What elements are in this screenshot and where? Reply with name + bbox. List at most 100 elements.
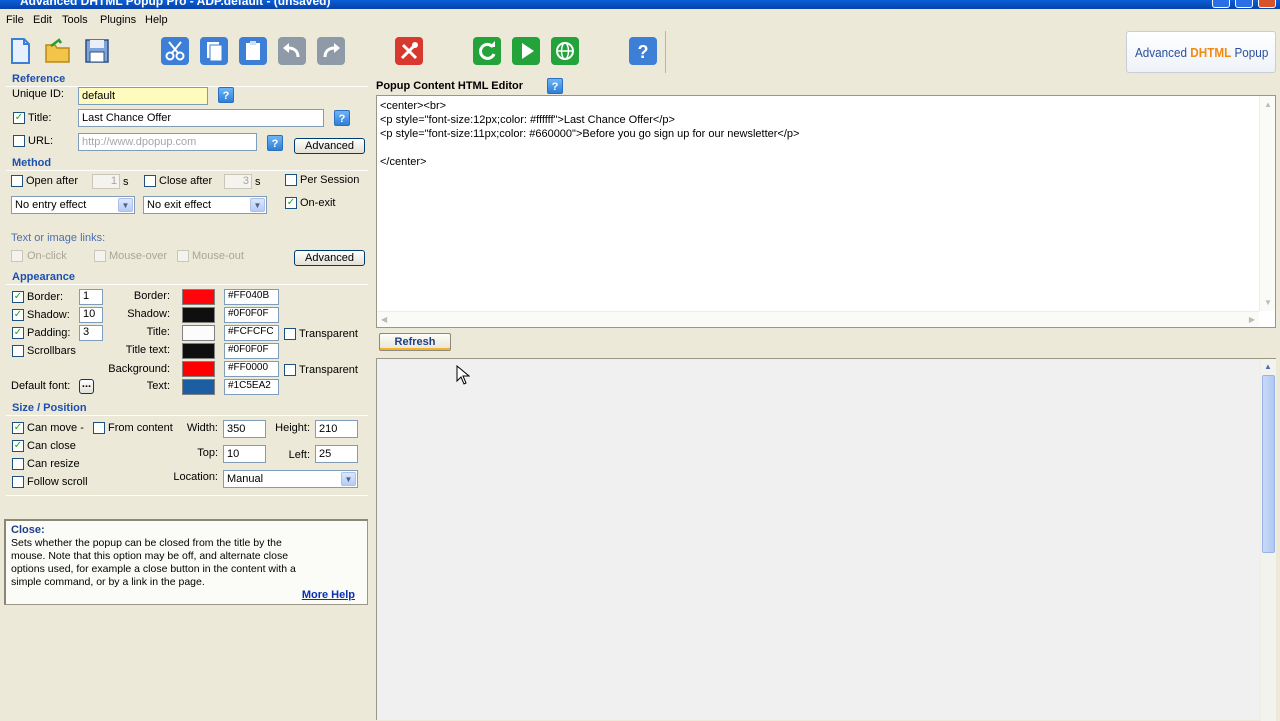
editor-content[interactable]: <center><br> <p style="font-size:12px;co… bbox=[380, 99, 799, 169]
background-color-swatch[interactable] bbox=[182, 361, 215, 377]
menu-edit[interactable]: Edit bbox=[33, 14, 52, 26]
title-color-hex[interactable]: #FCFCFC bbox=[224, 325, 279, 341]
editor-vertical-scrollbar[interactable]: ▲ ▼ bbox=[1259, 96, 1275, 311]
background-color-hex[interactable]: #FF0000 bbox=[224, 361, 279, 377]
scroll-thumb[interactable] bbox=[1262, 375, 1275, 553]
paste-icon[interactable] bbox=[237, 35, 269, 67]
title-color-swatch[interactable] bbox=[182, 325, 215, 341]
per-session-checkbox[interactable] bbox=[285, 174, 297, 186]
help-icon-title[interactable]: ? bbox=[334, 110, 350, 126]
title-text-color-swatch[interactable] bbox=[182, 343, 215, 359]
tools-icon[interactable] bbox=[393, 35, 425, 67]
globe-icon[interactable] bbox=[549, 35, 581, 67]
height-input[interactable]: 210 bbox=[315, 420, 358, 438]
open-after-checkbox[interactable] bbox=[11, 175, 23, 187]
padding-label: Padding: bbox=[27, 327, 71, 339]
new-file-icon[interactable] bbox=[4, 35, 36, 67]
preview-vertical-scrollbar[interactable]: ▲ bbox=[1260, 359, 1276, 721]
open-folder-icon[interactable] bbox=[42, 35, 74, 67]
help-icon-url[interactable]: ? bbox=[267, 135, 283, 151]
on-click-checkbox[interactable] bbox=[11, 250, 23, 262]
html-editor[interactable]: <center><br> <p style="font-size:12px;co… bbox=[376, 95, 1276, 328]
can-resize-checkbox[interactable] bbox=[12, 458, 24, 470]
help-icon[interactable]: ? bbox=[627, 35, 659, 67]
window-title-bar: Advanced DHTML Popup Pro - ADP.default -… bbox=[0, 0, 1280, 9]
cut-icon[interactable] bbox=[159, 35, 191, 67]
seconds-label: s bbox=[123, 176, 129, 188]
from-content-checkbox[interactable] bbox=[93, 422, 105, 434]
shadow-color-swatch[interactable] bbox=[182, 307, 215, 323]
close-after-input[interactable]: 3 bbox=[224, 174, 252, 189]
section-appearance-title: Appearance bbox=[12, 271, 75, 283]
reference-advanced-button[interactable]: Advanced bbox=[294, 138, 365, 154]
shadow-color-hex[interactable]: #0F0F0F bbox=[224, 307, 279, 323]
url-input[interactable]: http://www.dpopup.com bbox=[78, 133, 257, 151]
unique-id-input[interactable]: default bbox=[78, 87, 208, 105]
menu-plugins[interactable]: Plugins bbox=[100, 14, 136, 26]
redo-icon[interactable] bbox=[315, 35, 347, 67]
text-color-swatch[interactable] bbox=[182, 379, 215, 395]
title-transparent-checkbox[interactable] bbox=[284, 328, 296, 340]
editor-title: Popup Content HTML Editor bbox=[376, 80, 524, 92]
refresh-icon[interactable] bbox=[471, 35, 503, 67]
url-checkbox[interactable] bbox=[13, 135, 25, 147]
border-label: Border: bbox=[27, 291, 64, 303]
follow-scroll-checkbox[interactable] bbox=[12, 476, 24, 488]
open-after-label: Open after bbox=[26, 175, 78, 187]
open-after-input[interactable]: 1 bbox=[92, 174, 120, 189]
shadow-checkbox[interactable]: ✓ bbox=[12, 309, 24, 321]
title-input[interactable]: Last Chance Offer bbox=[78, 109, 324, 127]
location-select[interactable]: Manual ▼ bbox=[223, 470, 358, 488]
method-advanced-button[interactable]: Advanced bbox=[294, 250, 365, 266]
close-after-checkbox[interactable] bbox=[144, 175, 156, 187]
can-close-checkbox[interactable]: ✓ bbox=[12, 440, 24, 452]
help-icon-editor[interactable]: ? bbox=[547, 78, 563, 94]
border-color-hex[interactable]: #FF040B bbox=[224, 289, 279, 305]
play-icon[interactable] bbox=[510, 35, 542, 67]
editor-horizontal-scrollbar[interactable]: ◀ ▶ bbox=[377, 311, 1259, 327]
on-exit-checkbox[interactable]: ✓ bbox=[285, 197, 297, 209]
close-after-label: Close after bbox=[159, 175, 213, 187]
copy-icon[interactable] bbox=[198, 35, 230, 67]
scroll-up-icon[interactable]: ▲ bbox=[1264, 362, 1272, 371]
toolbar: ? bbox=[0, 31, 666, 73]
can-move-checkbox[interactable]: ✓ bbox=[12, 422, 24, 434]
location-label: Location: bbox=[173, 471, 218, 483]
scrollbars-label: Scrollbars bbox=[27, 345, 76, 357]
help-icon-unique-id[interactable]: ? bbox=[218, 87, 234, 103]
top-label: Top: bbox=[197, 447, 218, 459]
menu-help[interactable]: Help bbox=[145, 14, 168, 26]
close-window-button[interactable] bbox=[1258, 0, 1276, 8]
border-checkbox[interactable]: ✓ bbox=[12, 291, 24, 303]
default-font-button[interactable]: ... bbox=[79, 379, 94, 394]
scrollbars-checkbox[interactable] bbox=[12, 345, 24, 357]
background-transparent-checkbox[interactable] bbox=[284, 364, 296, 376]
border-color-swatch[interactable] bbox=[182, 289, 215, 305]
text-color-hex[interactable]: #1C5EA2 bbox=[224, 379, 279, 395]
more-help-link[interactable]: More Help bbox=[302, 589, 355, 601]
title-text-color-label: Title text: bbox=[125, 344, 170, 356]
mouse-out-checkbox[interactable] bbox=[177, 250, 189, 262]
left-input[interactable]: 25 bbox=[315, 445, 358, 463]
maximize-button[interactable] bbox=[1235, 0, 1253, 8]
menu-file[interactable]: File bbox=[6, 14, 24, 26]
height-label: Height: bbox=[275, 422, 310, 434]
padding-checkbox[interactable]: ✓ bbox=[12, 327, 24, 339]
scroll-up-icon[interactable]: ▲ bbox=[1264, 100, 1272, 109]
mouse-over-checkbox[interactable] bbox=[94, 250, 106, 262]
minimize-button[interactable] bbox=[1212, 0, 1230, 8]
exit-effect-select[interactable]: No exit effect ▼ bbox=[143, 196, 267, 214]
mouse-over-label: Mouse-over bbox=[109, 250, 168, 262]
undo-icon[interactable] bbox=[276, 35, 308, 67]
title-text-color-hex[interactable]: #0F0F0F bbox=[224, 343, 279, 359]
transparent-label: Transparent bbox=[299, 364, 358, 376]
save-disk-icon[interactable] bbox=[81, 35, 113, 67]
scroll-left-icon[interactable]: ◀ bbox=[381, 315, 387, 324]
scroll-right-icon[interactable]: ▶ bbox=[1249, 315, 1255, 324]
title-checkbox[interactable]: ✓ bbox=[13, 112, 25, 124]
preview-pane[interactable]: ▲ bbox=[376, 358, 1276, 721]
scroll-down-icon[interactable]: ▼ bbox=[1264, 298, 1272, 307]
refresh-button[interactable]: Refresh bbox=[379, 333, 451, 351]
entry-effect-select[interactable]: No entry effect ▼ bbox=[11, 196, 135, 214]
menu-tools[interactable]: Tools bbox=[62, 14, 88, 26]
